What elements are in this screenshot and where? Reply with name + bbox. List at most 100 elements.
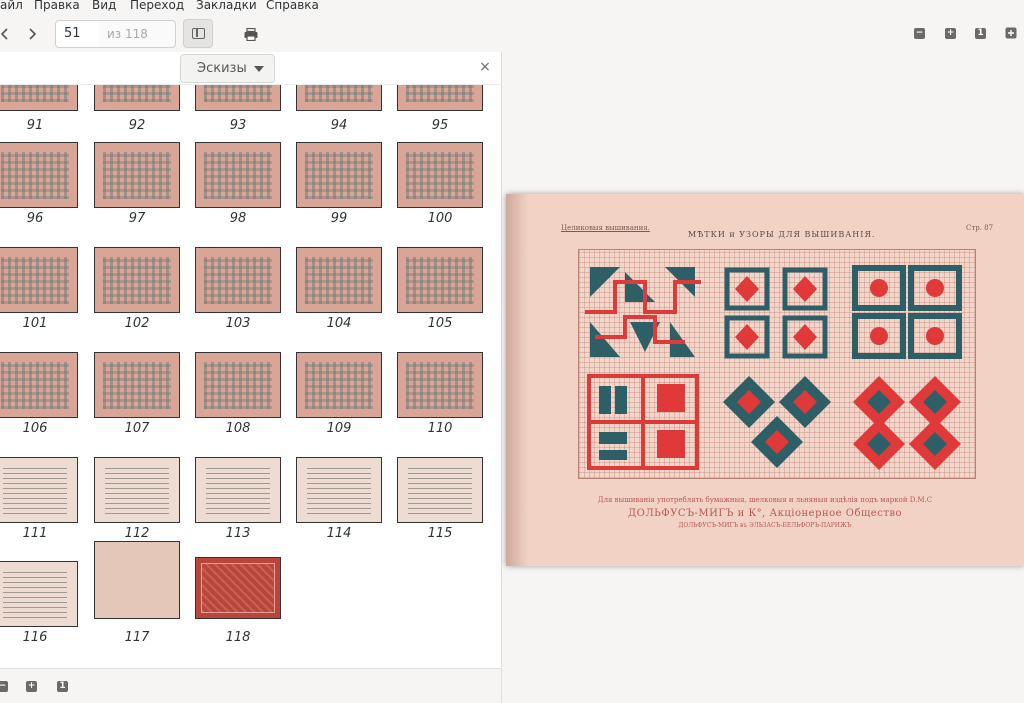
- thumbnail-label: 111: [22, 526, 48, 541]
- thumbnail-page-105[interactable]: [397, 247, 483, 313]
- thumbnail-page-114[interactable]: [296, 457, 382, 523]
- thumbnail-label: 112: [124, 526, 150, 541]
- thumbnail-page-113[interactable]: [195, 457, 281, 523]
- thumbnail-label: 115: [427, 526, 453, 541]
- sidebar-view-select[interactable]: Эскизы: [180, 54, 275, 83]
- thumbnail-preview: [305, 361, 373, 410]
- motif-4: [587, 374, 699, 470]
- thumbnail-preview: [406, 151, 474, 200]
- thumbnail-page-100[interactable]: [397, 142, 483, 208]
- printer-icon: [244, 27, 258, 41]
- thumb-zoom-out-button[interactable]: −: [0, 681, 8, 692]
- thumbnail-page-103[interactable]: [195, 247, 281, 313]
- thumbnail-preview: [3, 570, 67, 619]
- thumbnail-page-107[interactable]: [94, 352, 180, 418]
- thumbnail-preview: [204, 151, 272, 200]
- thumbnail-page-106[interactable]: [0, 352, 78, 418]
- motif-5: [723, 376, 831, 468]
- thumbnail-label: 92: [128, 118, 146, 133]
- thumbnail-page-116[interactable]: [0, 561, 78, 627]
- motif-1: [585, 267, 701, 357]
- sidebar-toggle-button[interactable]: [183, 19, 213, 48]
- page-total-label: из 118: [99, 20, 176, 48]
- thumbnail-page-109[interactable]: [296, 352, 382, 418]
- menu-file[interactable]: айл: [0, 0, 23, 11]
- next-page-button[interactable]: [26, 26, 38, 42]
- document-page[interactable]: Целиковыя вышивания. МѢТКИ и УЗОРЫ ДЛЯ В…: [506, 194, 1024, 566]
- thumbnail-label: 106: [22, 421, 48, 436]
- thumbnail-label: 114: [326, 526, 352, 541]
- motif-3: [852, 265, 962, 359]
- menu-view[interactable]: Вид: [92, 0, 116, 11]
- thumbnail-page-99[interactable]: [296, 142, 382, 208]
- thumbnail-sidebar: Эскизы × 91 92 93 94 95 96 97 98 99 100 101 102 103 1…: [0, 52, 502, 703]
- thumbnail-preview: [406, 361, 474, 410]
- thumbnail-page-92[interactable]: [94, 85, 180, 111]
- thumbnail-preview: [206, 466, 270, 515]
- thumbnail-page-108[interactable]: [195, 352, 281, 418]
- document-viewer[interactable]: Целиковыя вышивания. МѢТКИ и УЗОРЫ ДЛЯ В…: [503, 52, 1024, 703]
- thumbnail-label: 95: [431, 118, 449, 133]
- caption-line-3: ДОЛЬФУСЪ-МИГЪ въ ЭЛЬЗАСЪ-БЕЛЬФОРЪ-ПАРИЖЪ: [678, 522, 852, 529]
- thumbnail-page-115[interactable]: [397, 457, 483, 523]
- thumbnail-preview: [1, 151, 69, 200]
- print-button[interactable]: [243, 26, 259, 42]
- thumbnail-page-102[interactable]: [94, 247, 180, 313]
- thumbnail-preview: [1, 361, 69, 410]
- thumbnail-preview: [1, 256, 69, 305]
- thumb-zoom-in-button[interactable]: +: [26, 681, 37, 692]
- thumbnail-preview: [408, 466, 472, 515]
- thumbnail-label: 102: [124, 316, 150, 331]
- thumbnail-preview: [103, 256, 171, 305]
- thumbnail-preview: [103, 361, 171, 410]
- thumbnail-grid: 91 92 93 94 95 96 97 98 99 100 101 102 103 104 105 106 1…: [0, 85, 501, 668]
- zoom-in-button[interactable]: +: [945, 28, 956, 39]
- thumbnail-preview: [305, 151, 373, 200]
- thumbnail-page-95[interactable]: [397, 85, 483, 111]
- zoom-out-button[interactable]: −: [914, 28, 925, 39]
- thumbnail-page-112[interactable]: [94, 457, 180, 523]
- thumbnail-page-104[interactable]: [296, 247, 382, 313]
- page-number-label: Стр. 87: [966, 224, 994, 232]
- sidebar-view-label: Эскизы: [197, 61, 247, 76]
- thumbnail-page-118[interactable]: [195, 557, 281, 619]
- thumbnail-preview: [103, 85, 171, 103]
- thumbnail-page-117[interactable]: [94, 541, 180, 619]
- thumbnail-page-93[interactable]: [195, 85, 281, 111]
- thumbnail-preview: [201, 562, 275, 614]
- thumbnail-preview: [103, 151, 171, 200]
- thumbnail-preview: [105, 466, 169, 515]
- thumbnail-page-101[interactable]: [0, 247, 78, 313]
- close-sidebar-button[interactable]: ×: [478, 60, 492, 74]
- menu-go[interactable]: Переход: [130, 0, 184, 11]
- page-number-input[interactable]: 51: [55, 20, 100, 48]
- thumbnail-page-94[interactable]: [296, 85, 382, 111]
- embroidery-chart: [578, 249, 976, 479]
- thumbnail-preview: [406, 256, 474, 305]
- thumb-zoom-reset-button[interactable]: 1: [57, 681, 68, 692]
- thumbnail-label: 105: [427, 316, 453, 331]
- thumbnail-label: 118: [225, 630, 251, 645]
- menu-edit[interactable]: Правка: [34, 0, 80, 11]
- thumbnail-label: 108: [225, 421, 251, 436]
- previous-page-button[interactable]: [0, 26, 10, 42]
- thumbnail-preview: [307, 466, 371, 515]
- caption-line-2: ДОЛЬФУСЪ-МИГЪ и К°, Акціонерное Общество: [627, 508, 902, 519]
- thumbnail-page-110[interactable]: [397, 352, 483, 418]
- sidebar-icon: [192, 28, 205, 39]
- thumbnail-preview: [204, 85, 272, 103]
- thumbnail-preview: [3, 466, 67, 515]
- thumbnail-page-97[interactable]: [94, 142, 180, 208]
- thumbnail-preview: [204, 361, 272, 410]
- thumbnail-page-98[interactable]: [195, 142, 281, 208]
- thumbnail-page-111[interactable]: [0, 457, 78, 523]
- menu-bookmarks[interactable]: Закладки: [196, 0, 257, 11]
- fit-page-button[interactable]: [1004, 26, 1018, 40]
- chevron-down-icon: [254, 66, 264, 72]
- thumbnail-page-91[interactable]: [0, 85, 78, 111]
- thumbnail-label: 107: [124, 421, 150, 436]
- zoom-reset-button[interactable]: 1: [975, 28, 986, 39]
- thumbnail-page-96[interactable]: [0, 142, 78, 208]
- fit-page-icon: [1005, 27, 1017, 39]
- menu-help[interactable]: Справка: [266, 0, 319, 11]
